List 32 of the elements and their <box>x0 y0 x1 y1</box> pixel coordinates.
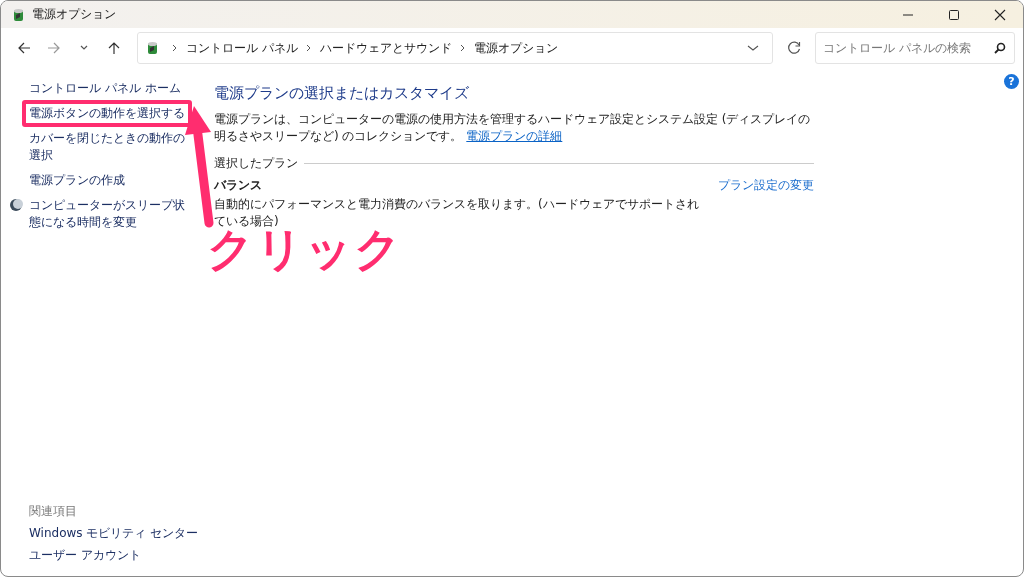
breadcrumb-item[interactable]: コントロール パネル <box>186 39 298 57</box>
breadcrumb-item[interactable]: 電源オプション <box>473 39 558 57</box>
related-link[interactable]: Windows モビリティ センター <box>9 525 201 542</box>
search-icon <box>994 42 1006 54</box>
related-link[interactable]: ユーザー アカウント <box>9 547 201 564</box>
sidebar-link[interactable]: コントロール パネル ホーム <box>9 80 181 97</box>
sidebar-link[interactable]: 電源ボタンの動作を選択する <box>9 105 185 122</box>
left-arrow-icon <box>17 41 31 55</box>
maximize-icon <box>948 8 960 21</box>
right-arrow-icon <box>47 41 61 55</box>
address-bar[interactable]: コントロール パネル ハードウェアとサウンド 電源オプション <box>137 32 773 64</box>
plan-settings-link[interactable]: プラン設定の変更 <box>718 177 814 230</box>
section-label: 選択したプラン <box>214 155 298 172</box>
sidebar-link[interactable]: コンピューターがスリープ状態になる時間を変更 <box>29 197 189 231</box>
breadcrumb-item[interactable]: ハードウェアとサウンド <box>319 39 452 57</box>
details-link[interactable]: 電源プランの詳細 <box>466 129 563 143</box>
chevron-right-icon <box>171 43 179 53</box>
page-heading: 電源プランの選択またはカスタマイズ <box>214 84 470 103</box>
up-arrow-icon <box>107 41 121 55</box>
sidebar-link[interactable]: カバーを閉じたときの動作の選択 <box>9 130 189 164</box>
help-button[interactable]: ? <box>1004 74 1019 89</box>
chevron-right-icon <box>304 43 313 53</box>
search-field[interactable]: コントロール パネルの検索 <box>815 32 1015 64</box>
close-icon <box>994 8 1006 21</box>
chevron-right-icon <box>458 43 467 53</box>
window-title: 電源オプション <box>32 6 116 23</box>
plan-name: バランス <box>214 177 263 194</box>
moon-icon <box>9 198 23 212</box>
section-heading: 関連項目 <box>28 503 78 520</box>
description-text: 電源プランは、コンピューターの電源の使用方法を管理するハードウェア設定とシステム設定 (ディスプレイの明るさやスリープなど) のコレクションです。 電源プランの詳細 <box>214 111 812 145</box>
sidebar-link[interactable]: 電源プランの作成 <box>9 172 125 189</box>
refresh-icon <box>787 41 801 55</box>
